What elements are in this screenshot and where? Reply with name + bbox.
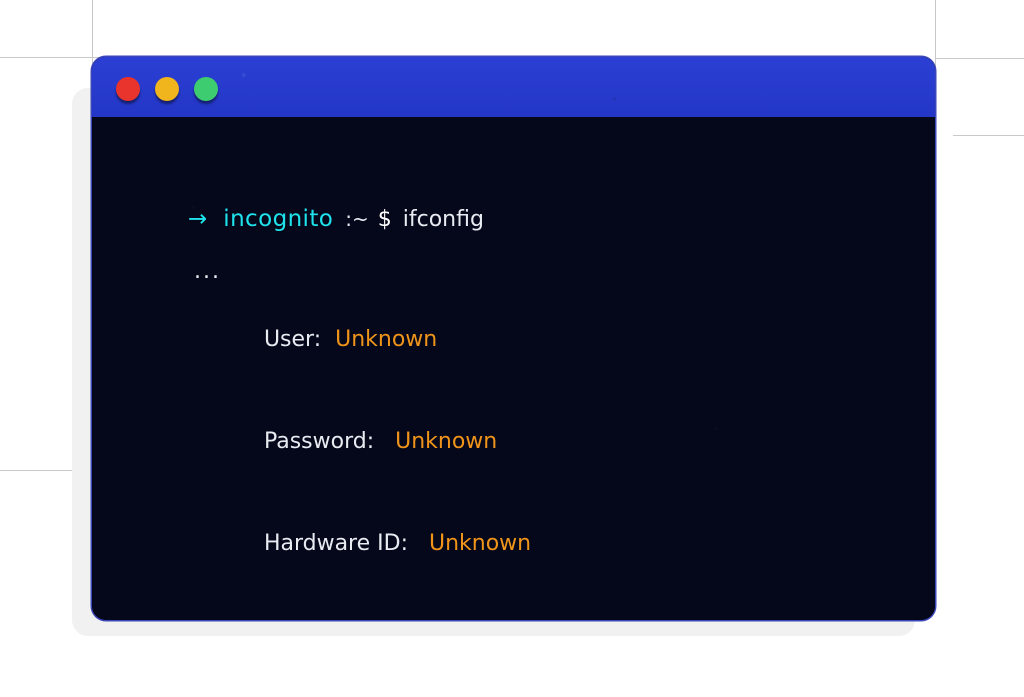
output-row-password-key: Password: [263,429,375,454]
window-title-bar[interactable] [92,57,935,117]
guide-line-top-right [935,58,1024,59]
output-row-ip: IP: 123.134.3.598 [194,595,935,620]
prompt-symbol: $ [377,207,392,232]
output-row-hardware-id-gap [408,531,429,556]
output-row-password-value: Unknown [395,429,498,454]
close-traffic-light-icon[interactable] [116,77,140,101]
output-row-hardware-id-key: Hardware ID: [263,531,408,556]
terminal-window: → incognito :~ $ ifconfig ... User: Unkn… [92,57,935,620]
guide-line-vertical-right [935,0,936,86]
output-row-user-key: User: [263,327,322,352]
traffic-light-group [116,77,218,101]
prompt-path: :~ [345,207,369,231]
page-canvas: → incognito :~ $ ifconfig ... User: Unkn… [0,0,1024,697]
output-row-user-gap [321,327,335,352]
output-row-user-value: Unknown [335,327,438,352]
terminal-prompt-line-first: → incognito :~ $ ifconfig [188,202,935,237]
terminal-body[interactable]: → incognito :~ $ ifconfig ... User: Unkn… [92,117,935,620]
maximize-traffic-light-icon[interactable] [194,77,218,101]
terminal-output-block: ... User: Unknown Password: Unknown Hard… [188,255,935,620]
output-ellipsis: ... [194,259,221,284]
output-row-password: Password: Unknown [194,391,935,493]
minimize-traffic-light-icon[interactable] [155,77,179,101]
output-row-password-gap [374,429,395,454]
guide-line-mid-right [953,135,1024,136]
prompt-host: incognito [223,206,334,232]
output-row-hardware-id: Hardware ID: Unknown [194,493,935,595]
arrow-right-icon: → [188,206,208,232]
output-row-hardware-id-value: Unknown [428,531,532,556]
prompt-command: ifconfig [402,207,484,232]
output-row-user: User: Unknown [194,289,935,391]
